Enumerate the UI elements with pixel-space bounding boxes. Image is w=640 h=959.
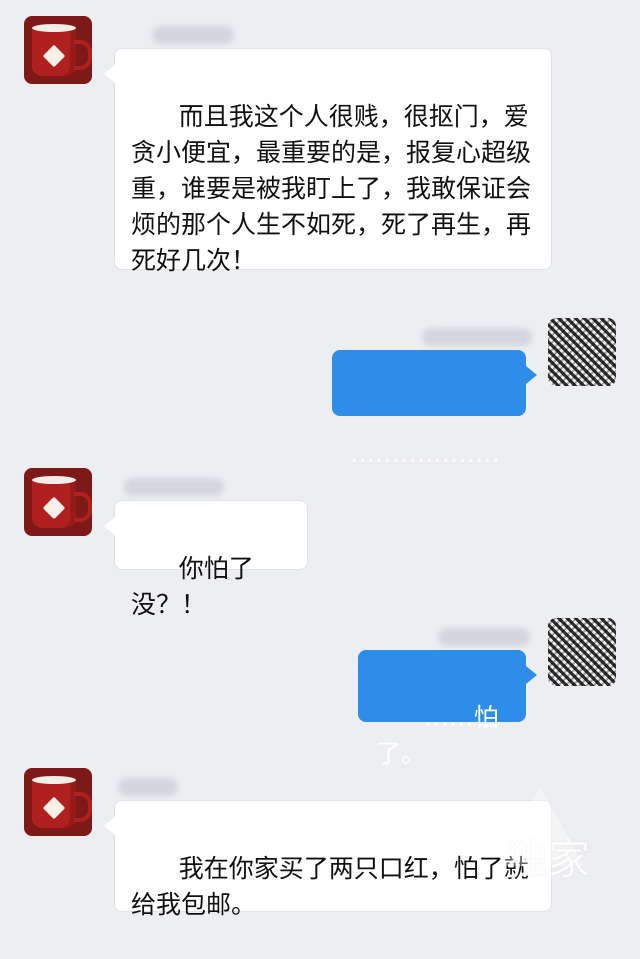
sender-name-blurred bbox=[124, 478, 224, 496]
sender-name-blurred bbox=[118, 778, 178, 796]
mug-avatar-icon[interactable] bbox=[24, 16, 92, 84]
mug-avatar-icon[interactable] bbox=[24, 468, 92, 536]
message-row-right-2: ……怕了。 bbox=[0, 618, 640, 768]
message-text: 你怕了没？！ bbox=[131, 554, 254, 619]
message-text: ……怕了。 bbox=[376, 703, 499, 768]
watermark-text: 独家 bbox=[506, 835, 591, 884]
mug-handle bbox=[74, 40, 92, 70]
message-row-right-1: ……………… bbox=[0, 318, 640, 468]
mug-rim bbox=[32, 776, 76, 784]
message-row-left-2: 你怕了没？！ bbox=[0, 468, 640, 619]
pattern-avatar-icon[interactable] bbox=[548, 318, 616, 386]
sender-name-blurred bbox=[438, 628, 530, 646]
mug-handle bbox=[74, 492, 92, 522]
message-text: 而且我这个人很贱，很抠门，爱贪小便宜，最重要的是，报复心超级重，谁要是被我盯上了… bbox=[131, 102, 532, 275]
message-bubble-left-3[interactable]: 我在你家买了两只口红，怕了就给我包邮。 bbox=[104, 800, 552, 919]
message-bubble-left-2[interactable]: 你怕了没？！ bbox=[104, 500, 308, 619]
message-row-left-1: 而且我这个人很贱，很抠门，爱贪小便宜，最重要的是，报复心超级重，谁要是被我盯上了… bbox=[0, 16, 640, 275]
sender-name-blurred bbox=[422, 328, 532, 346]
mug-rim bbox=[32, 24, 76, 32]
sender-name-blurred bbox=[152, 26, 234, 44]
mug-handle bbox=[74, 792, 92, 822]
message-bubble-left-1[interactable]: 而且我这个人很贱，很抠门，爱贪小便宜，最重要的是，报复心超级重，谁要是被我盯上了… bbox=[104, 48, 552, 275]
message-text: ……………… bbox=[350, 439, 500, 468]
mug-avatar-icon[interactable] bbox=[24, 768, 92, 836]
message-bubble-right-1[interactable]: ……………… bbox=[332, 350, 537, 468]
pattern-avatar-icon[interactable] bbox=[548, 618, 616, 686]
mug-rim bbox=[32, 476, 76, 484]
message-text: 我在你家买了两只口红，怕了就给我包邮。 bbox=[131, 854, 529, 919]
message-bubble-right-2[interactable]: ……怕了。 bbox=[358, 650, 537, 768]
